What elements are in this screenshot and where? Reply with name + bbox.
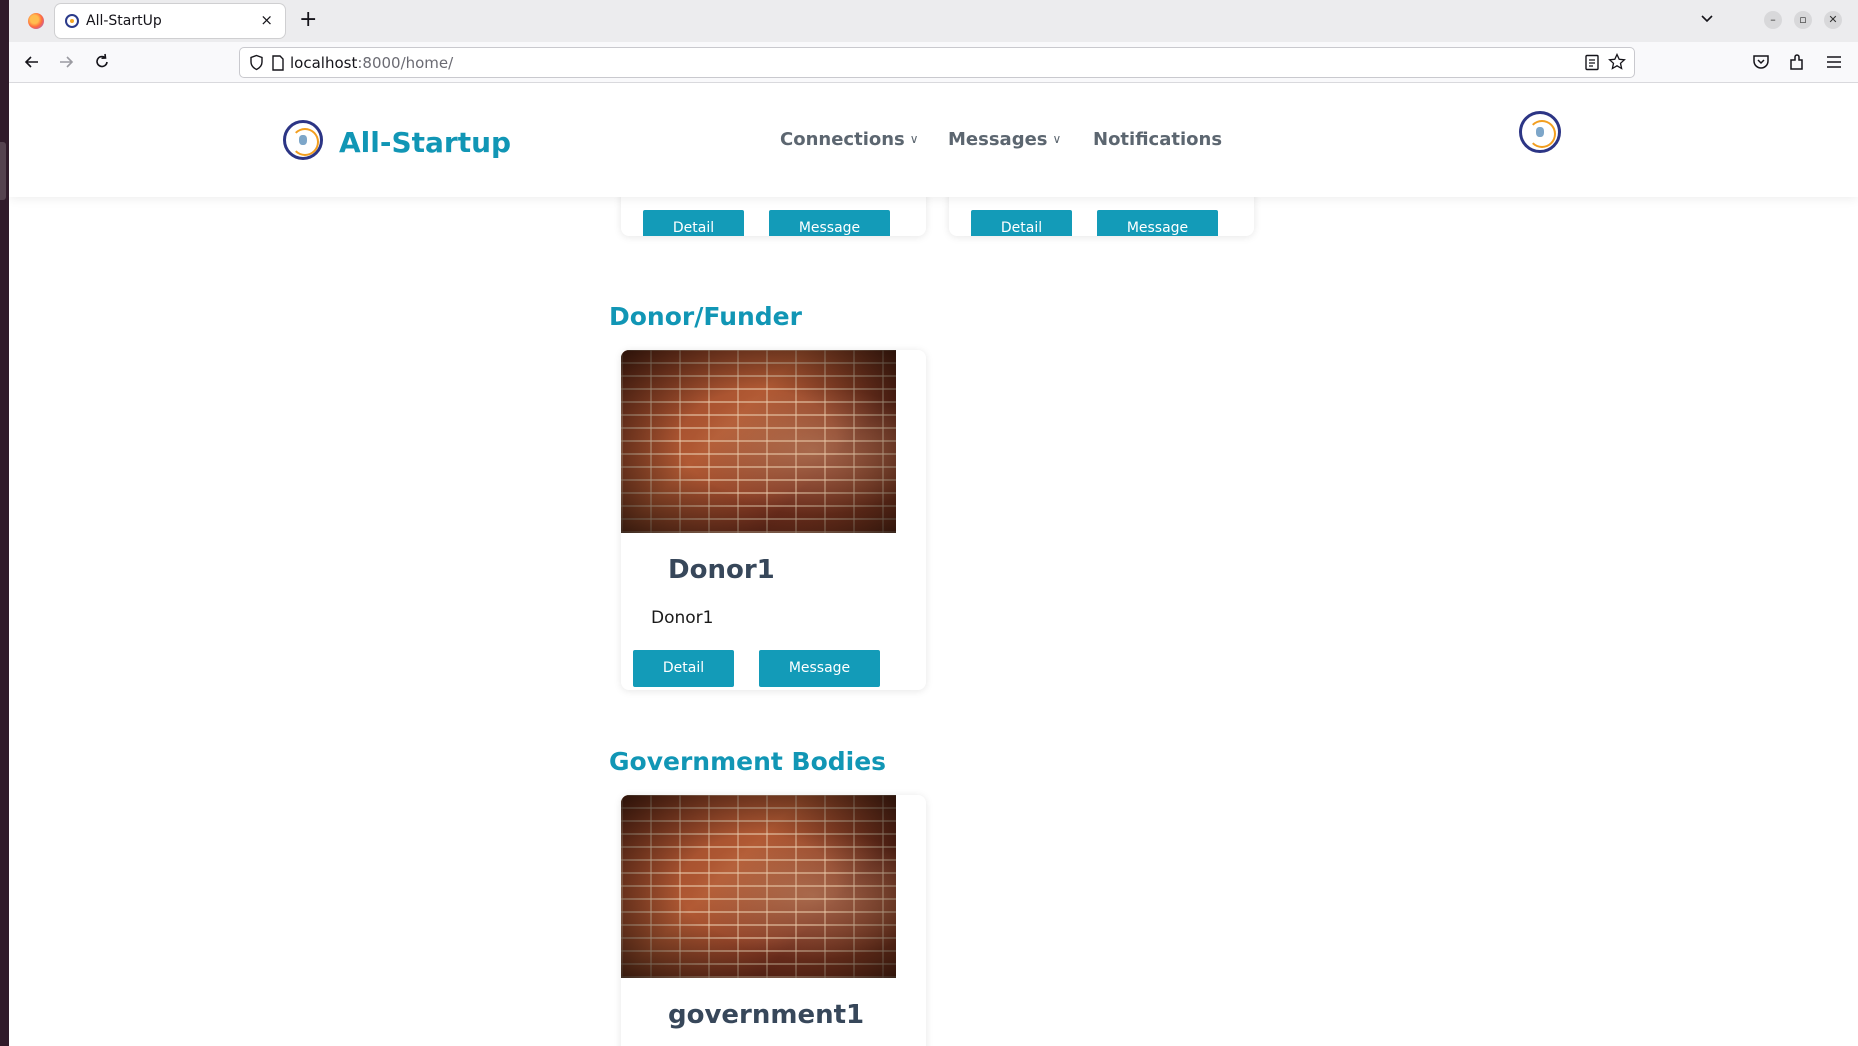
menu-connections-label: Connections: [780, 129, 905, 150]
new-tab-button[interactable]: +: [299, 8, 317, 32]
reload-icon[interactable]: [92, 52, 112, 72]
section-title-donor: Donor/Funder: [609, 302, 802, 331]
app-menu-icon[interactable]: [1824, 52, 1844, 72]
card-title: government1: [668, 1000, 865, 1030]
pocket-icon[interactable]: [1751, 52, 1771, 72]
chevron-down-icon: ∨: [909, 132, 919, 146]
forward-arrow-icon[interactable]: [56, 52, 76, 72]
menu-messages[interactable]: Messages ∨: [948, 129, 1061, 150]
chevron-down-icon: ∨: [1052, 132, 1062, 146]
tab-title: All-StartUp: [86, 13, 162, 29]
back-arrow-icon[interactable]: [22, 52, 42, 72]
site-favicon-icon: [65, 14, 79, 28]
minimize-icon[interactable]: –: [1764, 11, 1782, 29]
section-title-government: Government Bodies: [609, 747, 887, 776]
web-page: Detail Message Detail Message All-Startu…: [9, 83, 1858, 1046]
url-host: localhost: [290, 54, 358, 72]
site-header: All-Startup Connections ∨ Messages ∨ Notif…: [9, 83, 1858, 197]
page-info-icon[interactable]: [271, 55, 285, 71]
message-button[interactable]: Message: [759, 650, 880, 687]
url-bar[interactable]: localhost:8000/home/: [239, 47, 1635, 78]
detail-button[interactable]: Detail: [971, 210, 1072, 236]
tracking-shield-icon[interactable]: [248, 54, 265, 71]
reader-mode-icon[interactable]: [1584, 54, 1600, 71]
tab-list-chevron-icon[interactable]: [1699, 10, 1715, 26]
user-avatar[interactable]: [1519, 111, 1561, 153]
menu-connections[interactable]: Connections ∨: [780, 129, 919, 150]
url-path: :8000/home/: [357, 54, 454, 72]
tab-close-icon[interactable]: ×: [260, 11, 273, 29]
message-button[interactable]: Message: [1097, 210, 1218, 236]
detail-button[interactable]: Detail: [633, 650, 734, 687]
card-description: Donor1: [651, 608, 714, 628]
message-button[interactable]: Message: [769, 210, 890, 236]
browser-tab-bar: All-StartUp × + – ▫ ✕: [9, 0, 1858, 42]
site-name[interactable]: All-Startup: [339, 126, 511, 159]
donor-card: Donor1 Donor1 Detail Message: [621, 350, 926, 690]
detail-button[interactable]: Detail: [643, 210, 744, 236]
firefox-icon: [28, 13, 44, 29]
card-title: Donor1: [668, 555, 775, 585]
site-logo-icon[interactable]: [283, 120, 323, 160]
extensions-icon[interactable]: [1787, 52, 1807, 72]
close-window-icon[interactable]: ✕: [1824, 11, 1842, 29]
card-image: [621, 350, 896, 533]
menu-notifications[interactable]: Notifications: [1093, 129, 1222, 150]
url-text[interactable]: localhost:8000/home/: [290, 54, 453, 72]
bookmark-star-icon[interactable]: [1608, 53, 1626, 71]
browser-tab[interactable]: All-StartUp ×: [55, 4, 285, 38]
desktop-side-strip: [0, 0, 9, 1046]
menu-messages-label: Messages: [948, 129, 1048, 150]
card-image: [621, 795, 896, 978]
restore-icon[interactable]: ▫: [1794, 11, 1812, 29]
browser-nav-bar: localhost:8000/home/: [9, 42, 1858, 83]
side-handle: [0, 142, 6, 200]
government-card: government1: [621, 795, 926, 1046]
